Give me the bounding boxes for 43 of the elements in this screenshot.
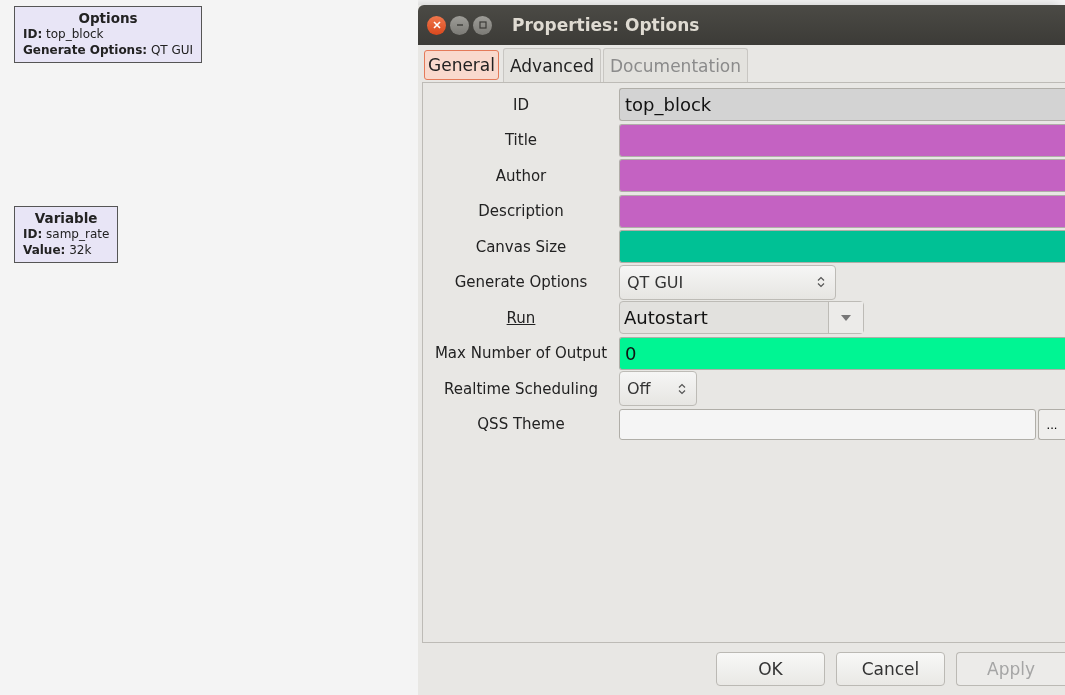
combo-box[interactable]: QT GUI	[619, 264, 836, 300]
field-label: Max Number of Output	[433, 344, 609, 363]
field-label: Title	[503, 131, 539, 150]
close-button[interactable]	[427, 15, 446, 35]
minimize-button[interactable]	[450, 15, 469, 35]
close-icon	[432, 21, 441, 29]
block-property: Value: 32k	[23, 242, 93, 258]
block-property: ID: samp_rate	[23, 226, 110, 242]
flowgraph-block[interactable]: Options ID: top_block Generate Options: QT GUI	[14, 6, 203, 63]
maximize-icon	[478, 21, 487, 29]
dropdown[interactable]: Autostart	[619, 301, 864, 335]
field-label: ID	[512, 95, 530, 114]
up-down-arrows-icon	[678, 382, 686, 395]
dialog-button[interactable]: Cancel	[836, 652, 945, 686]
up-down-arrows-icon	[817, 276, 825, 289]
text-field[interactable]: top_block	[619, 88, 1065, 122]
browse-button[interactable]: ...	[1038, 408, 1065, 440]
text-field[interactable]	[619, 194, 1065, 228]
field-label: Generate Options	[453, 273, 589, 292]
dialog-button[interactable]: OK	[716, 652, 825, 686]
window-title: Properties: Options	[512, 15, 700, 35]
combo-box[interactable]: Off	[619, 371, 697, 407]
text-field[interactable]: 0	[619, 336, 1065, 370]
tab[interactable]: General	[424, 50, 499, 80]
field-label: Realtime Scheduling	[443, 379, 599, 398]
flowgraph-block[interactable]: Variable ID: samp_rate Value: 32k	[14, 206, 119, 263]
caret-icon	[841, 314, 851, 321]
minimize-icon	[455, 21, 464, 29]
text-field[interactable]	[619, 159, 1065, 193]
block-property: Generate Options: QT GUI	[23, 42, 194, 58]
field-label: Description	[477, 202, 565, 221]
field-label: Run	[505, 308, 537, 327]
field-label: QSS Theme	[476, 415, 566, 434]
text-field[interactable]	[619, 123, 1065, 157]
block-property: ID: top_block	[23, 26, 105, 42]
block-title: Options	[77, 10, 139, 26]
text-field[interactable]	[619, 408, 1036, 440]
field-label: Canvas Size	[474, 237, 568, 256]
tab[interactable]: Advanced	[503, 48, 601, 82]
text-field[interactable]	[619, 230, 1065, 264]
field-label: Author	[494, 166, 548, 185]
block-title: Variable	[33, 210, 99, 226]
maximize-button[interactable]	[473, 15, 492, 35]
